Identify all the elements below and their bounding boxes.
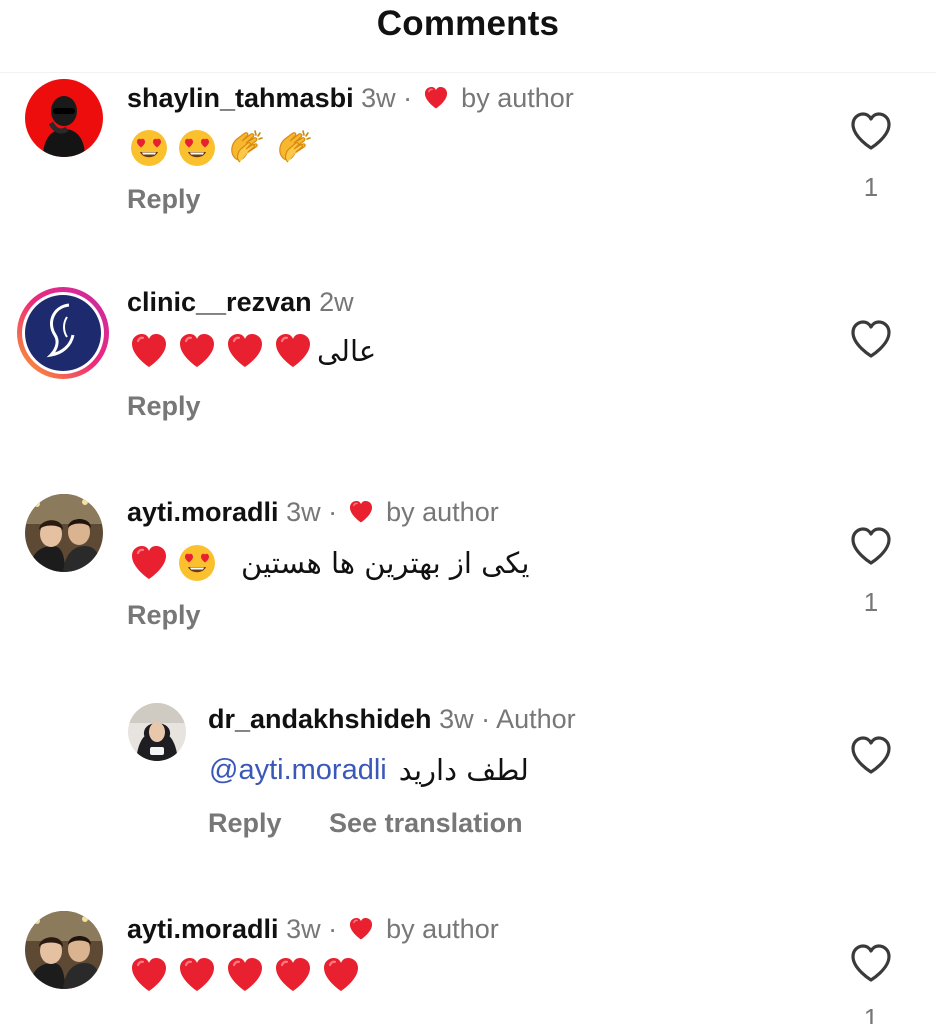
comment-item: ayti.moradli 3w · by author 1 <box>0 0 936 1024</box>
red-heart-emoji-icon <box>321 955 361 995</box>
red-heart-emoji-icon <box>273 955 313 995</box>
red-heart-emoji-icon <box>225 955 265 995</box>
separator-dot: · <box>328 914 338 944</box>
red-heart-emoji-icon <box>177 955 217 995</box>
red-heart-emoji-icon <box>129 955 169 995</box>
comment-meta: ayti.moradli 3w · by author <box>127 912 499 946</box>
avatar[interactable] <box>25 911 103 989</box>
author-liked-heart-icon <box>347 916 375 942</box>
like-count: 1 <box>863 1003 879 1024</box>
like-heart-icon[interactable] <box>848 941 894 985</box>
username[interactable]: ayti.moradli <box>127 914 279 944</box>
liked-by-author-tag: by author <box>386 914 499 944</box>
comment-time: 3w <box>286 914 321 944</box>
comment-body <box>129 950 369 1000</box>
